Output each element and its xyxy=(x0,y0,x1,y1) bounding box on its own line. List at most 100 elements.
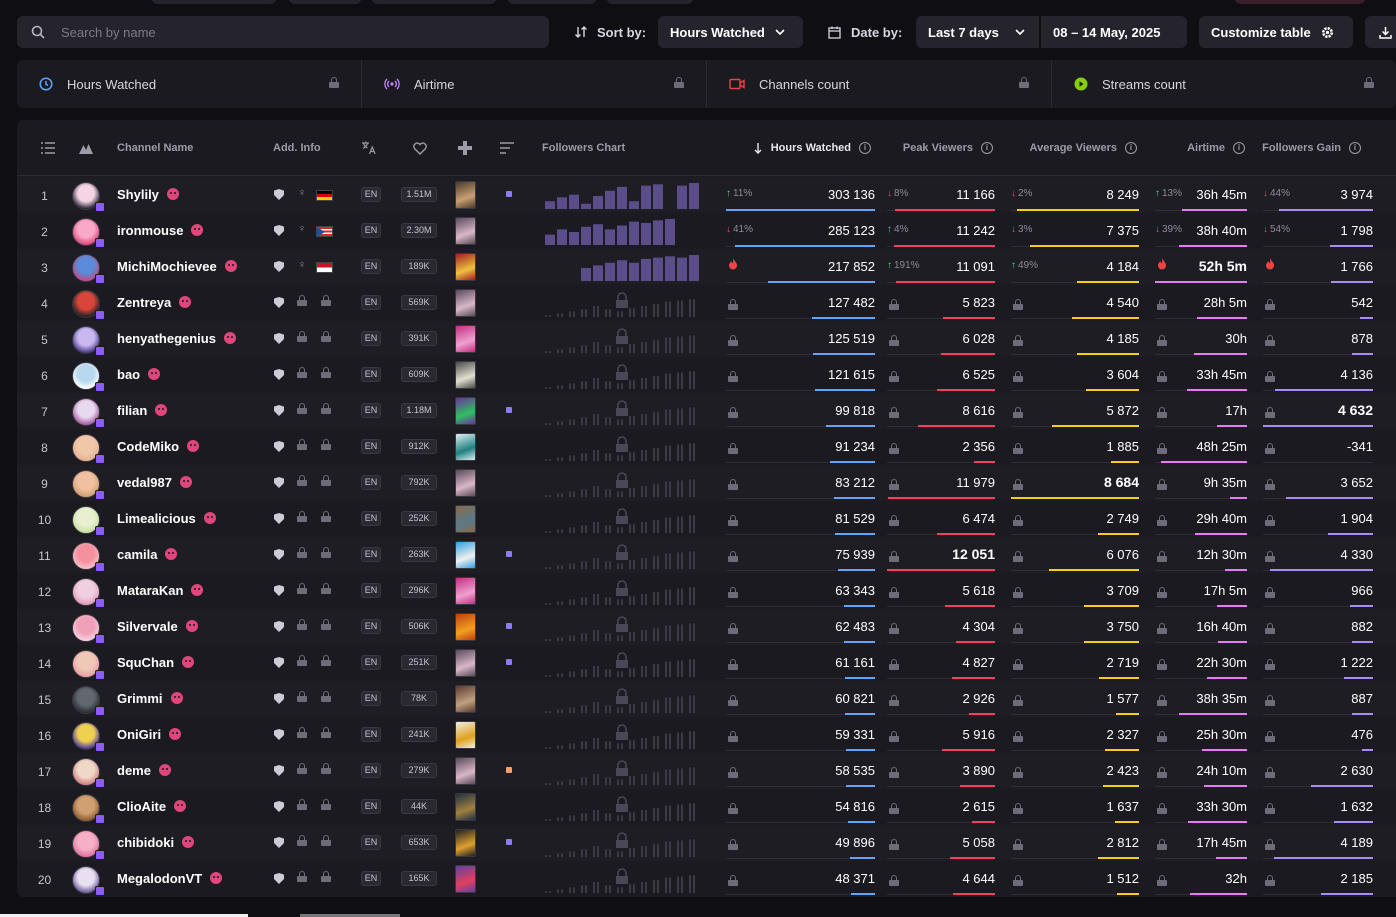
followers-sparkline[interactable] xyxy=(537,829,707,857)
channel-name-link[interactable]: Shylily xyxy=(117,187,179,202)
channel-name-link[interactable]: filian xyxy=(117,403,168,418)
channel-name-link[interactable]: chibidoki xyxy=(117,835,195,850)
followers-sparkline[interactable] xyxy=(537,469,707,497)
game-cover[interactable] xyxy=(455,325,476,353)
tab-stub[interactable] xyxy=(152,0,276,4)
game-cover[interactable] xyxy=(455,865,476,893)
channel-name-link[interactable]: Silvervale xyxy=(117,619,198,634)
info-icon[interactable]: i xyxy=(981,142,993,154)
sort-dropdown[interactable]: Hours Watched xyxy=(658,16,803,48)
followers-sparkline[interactable] xyxy=(537,577,707,605)
channel-name-link[interactable]: MichiMochievee xyxy=(117,259,237,274)
followers-sparkline[interactable] xyxy=(537,433,707,461)
th-followers-gain[interactable]: Followers Gain i xyxy=(1261,120,1361,176)
channel-name-link[interactable]: Zentreya xyxy=(117,295,192,310)
game-cover[interactable] xyxy=(455,361,476,389)
followers-sparkline[interactable] xyxy=(537,289,707,317)
info-icon[interactable]: i xyxy=(859,142,871,154)
tab-stub[interactable] xyxy=(372,0,496,4)
th-channel-name[interactable]: Channel Name xyxy=(117,120,193,176)
followers-sparkline[interactable] xyxy=(537,685,707,713)
game-cover[interactable] xyxy=(455,505,476,533)
tab-stub[interactable] xyxy=(508,0,596,4)
list-icon[interactable] xyxy=(41,120,55,176)
th-airtime[interactable]: Airtime i xyxy=(1153,120,1245,176)
date-dropdown[interactable]: Last 7 days xyxy=(916,16,1039,48)
th-add-info[interactable]: Add. Info xyxy=(273,120,321,176)
table-row[interactable]: 14 SquChan EN 251K 61 161 4 827 2 719 22h 30m 1 … xyxy=(17,645,1396,681)
channel-name-link[interactable]: Grimmi xyxy=(117,691,183,706)
th-peak-viewers[interactable]: Peak Viewers i xyxy=(887,120,993,176)
customize-table-button[interactable]: Customize table xyxy=(1199,16,1353,48)
game-cover[interactable] xyxy=(455,181,476,209)
game-cover[interactable] xyxy=(455,541,476,569)
table-row[interactable]: 7 filian EN 1.18M 99 818 8 616 5 872 17h 4 632 xyxy=(17,393,1396,429)
tab-stub[interactable] xyxy=(1235,0,1365,4)
th-average-viewers[interactable]: Average Viewers i xyxy=(1007,120,1137,176)
followers-sparkline[interactable] xyxy=(537,613,707,641)
channel-name-link[interactable]: ironmouse xyxy=(117,223,204,238)
game-cover[interactable] xyxy=(455,433,476,461)
game-cover[interactable] xyxy=(455,469,476,497)
game-cover[interactable] xyxy=(455,577,476,605)
followers-sparkline[interactable] xyxy=(537,325,707,353)
table-row[interactable]: 8 CodeMiko EN 912K 91 234 2 356 1 885 48h 25m -3… xyxy=(17,429,1396,465)
game-cover[interactable] xyxy=(455,289,476,317)
game-cover[interactable] xyxy=(455,613,476,641)
table-row[interactable]: 11 camila EN 263K 75 939 12 051 6 076 12h 30m 4 … xyxy=(17,537,1396,573)
metric-hours-watched[interactable]: Hours Watched xyxy=(17,60,362,108)
metric-airtime[interactable]: Airtime xyxy=(362,60,707,108)
date-range[interactable]: 08 – 14 May, 2025 xyxy=(1041,16,1187,48)
table-row[interactable]: 2 ironmouse ♀ EN 2.30M ↓ 41% 285 123 ↑ 4% 11 242 ↓ 3… xyxy=(17,213,1396,249)
metric-channels-count[interactable]: Channels count xyxy=(707,60,1052,108)
th-followers-chart[interactable]: Followers Chart xyxy=(542,120,625,176)
rank-icon[interactable] xyxy=(79,120,93,176)
channel-name-link[interactable]: deme xyxy=(117,763,171,778)
game-cover[interactable] xyxy=(455,829,476,857)
table-row[interactable]: 16 OniGiri EN 241K 59 331 5 916 2 327 25h 30m 47… xyxy=(17,717,1396,753)
th-hours-watched[interactable]: Hours Watched i xyxy=(743,120,871,176)
channel-name-link[interactable]: MegalodonVT xyxy=(117,871,223,886)
followers-sparkline[interactable] xyxy=(537,397,707,425)
tab-stub[interactable] xyxy=(289,0,361,4)
followers-sparkline[interactable] xyxy=(537,181,707,209)
channel-name-link[interactable]: OniGiri xyxy=(117,727,182,742)
translate-icon[interactable] xyxy=(361,120,377,176)
table-row[interactable]: 9 vedal987 EN 792K 83 212 11 979 8 684 9h 35m 3 … xyxy=(17,465,1396,501)
table-row[interactable]: 1 Shylily ♀ EN 1.51M ↑ 11% 303 136 ↓ 8% 11 166 ↓ 2% 8… xyxy=(17,177,1396,213)
game-cover[interactable] xyxy=(455,685,476,713)
game-cover[interactable] xyxy=(455,649,476,677)
channel-name-link[interactable]: MataraKan xyxy=(117,583,204,598)
download-button[interactable] xyxy=(1365,16,1396,48)
game-cover[interactable] xyxy=(455,757,476,785)
game-cover[interactable] xyxy=(455,217,476,245)
gamepad-icon[interactable] xyxy=(458,120,472,176)
table-row[interactable]: 15 Grimmi EN 78K 60 821 2 926 1 577 38h 35m 887 xyxy=(17,681,1396,717)
search-input[interactable]: Search by name xyxy=(17,16,549,48)
followers-sparkline[interactable] xyxy=(537,757,707,785)
table-row[interactable]: 6 bao EN 609K 121 615 6 525 3 604 33h 45m 4 136 xyxy=(17,357,1396,393)
channel-name-link[interactable]: bao xyxy=(117,367,161,382)
followers-sparkline[interactable] xyxy=(537,865,707,893)
table-row[interactable]: 12 MataraKan EN 296K 63 343 5 618 3 709 17h 5m 9… xyxy=(17,573,1396,609)
heart-icon[interactable] xyxy=(413,120,427,176)
followers-sparkline[interactable] xyxy=(537,793,707,821)
game-cover[interactable] xyxy=(455,721,476,749)
followers-sparkline[interactable] xyxy=(537,649,707,677)
channel-name-link[interactable]: camila xyxy=(117,547,178,562)
followers-sparkline[interactable] xyxy=(537,253,707,281)
followers-sparkline[interactable] xyxy=(537,721,707,749)
channel-name-link[interactable]: CodeMiko xyxy=(117,439,200,454)
metric-streams-count[interactable]: Streams count xyxy=(1052,60,1396,108)
channel-name-link[interactable]: vedal987 xyxy=(117,475,192,490)
tab-stub[interactable] xyxy=(607,0,693,4)
info-icon[interactable]: i xyxy=(1349,142,1361,154)
game-cover[interactable] xyxy=(455,397,476,425)
followers-sparkline[interactable] xyxy=(537,217,707,245)
table-row[interactable]: 17 deme EN 279K 58 535 3 890 2 423 24h 10m 2 630 xyxy=(17,753,1396,789)
followers-sparkline[interactable] xyxy=(537,541,707,569)
table-row[interactable]: 18 ClioAite EN 44K 54 816 2 615 1 637 33h 30m 1 … xyxy=(17,789,1396,825)
table-row[interactable]: 3 MichiMochievee ♀ EN 189K 217 852 ↑ 191% 11 091… xyxy=(17,249,1396,285)
game-cover[interactable] xyxy=(455,253,476,281)
channel-name-link[interactable]: Limealicious xyxy=(117,511,216,526)
